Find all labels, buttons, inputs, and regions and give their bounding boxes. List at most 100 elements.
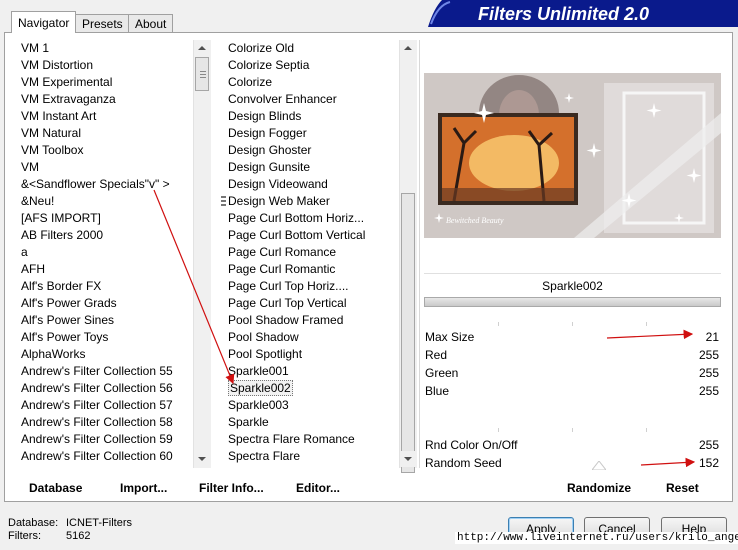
filter-item-label: Page Curl Bottom Horiz... — [228, 211, 365, 225]
filter-item[interactable]: Sparkle — [228, 414, 398, 431]
category-item[interactable]: Andrew's Filter Collection 58 — [21, 414, 193, 431]
filter-item[interactable]: Colorize Old — [228, 40, 398, 57]
filter-item[interactable]: Design Gunsite — [228, 159, 398, 176]
filter-item[interactable]: Colorize Septia — [228, 57, 398, 74]
category-item[interactable]: Alf's Power Toys — [21, 329, 193, 346]
param-value: 152 — [698, 456, 719, 470]
filter-item[interactable]: Page Curl Top Horiz.... — [228, 278, 398, 295]
filter-item-label: Pool Spotlight — [228, 347, 303, 361]
category-item[interactable]: VM Experimental — [21, 74, 193, 91]
category-item[interactable]: Andrew's Filter Collection 57 — [21, 397, 193, 414]
filter-item[interactable]: Page Curl Bottom Horiz... — [228, 210, 398, 227]
filter-item-label: Page Curl Romance — [228, 245, 337, 259]
param-value: 255 — [698, 438, 719, 452]
filter-item-label: Convolver Enhancer — [228, 92, 337, 106]
filter-item[interactable]: Design Web Maker — [228, 193, 398, 210]
category-item[interactable]: Andrew's Filter Collection 61 — [21, 465, 193, 468]
filters-label: Filters: — [8, 530, 41, 542]
category-list[interactable]: VM 1 VM Distortion VM Experimental VM Extra… — [21, 40, 193, 468]
category-item[interactable]: a — [21, 244, 193, 261]
category-scrollbar[interactable] — [193, 40, 211, 468]
category-item[interactable]: VM — [21, 159, 193, 176]
filter-item[interactable]: Spectra Flare — [228, 448, 398, 465]
category-item[interactable]: VM Distortion — [21, 57, 193, 74]
category-item[interactable]: VM Extravaganza — [21, 91, 193, 108]
category-item[interactable]: &Neu! — [21, 193, 193, 210]
category-item-label: VM Extravaganza — [21, 92, 116, 106]
category-item[interactable]: Andrew's Filter Collection 60 — [21, 448, 193, 465]
param-random-seed[interactable]: Random Seed 152 — [424, 454, 721, 472]
filter-item[interactable]: Colorize — [228, 74, 398, 91]
filter-item[interactable]: Sparkle001 — [228, 363, 398, 380]
filter-item[interactable]: Sparkle003 — [228, 397, 398, 414]
filter-item[interactable]: Pool Shadow Framed — [228, 312, 398, 329]
filter-item[interactable]: Sparkle002 — [228, 380, 398, 397]
category-item[interactable]: VM Toolbox — [21, 142, 193, 159]
scroll-up-icon[interactable] — [400, 40, 416, 56]
category-item[interactable]: VM 1 — [21, 40, 193, 57]
category-item[interactable]: AFH — [21, 261, 193, 278]
filter-list[interactable]: Colorize Old Colorize Septia Colorize Convo… — [228, 40, 398, 468]
filter-item[interactable]: Convolver Enhancer — [228, 91, 398, 108]
filter-info-button[interactable]: Filter Info... — [199, 480, 264, 496]
filter-item[interactable]: Pool Shadow — [228, 329, 398, 346]
param-blue[interactable]: Blue 255 — [424, 382, 721, 400]
category-item[interactable]: Andrew's Filter Collection 59 — [21, 431, 193, 448]
filter-item[interactable]: Page Curl Bottom Vertical — [228, 227, 398, 244]
category-item[interactable]: Alf's Power Grads — [21, 295, 193, 312]
filter-item-label: Pool Shadow — [228, 330, 299, 344]
category-item[interactable]: VM Natural — [21, 125, 193, 142]
filter-item[interactable]: Spectral... — [228, 465, 398, 468]
filter-slider[interactable] — [424, 297, 721, 307]
param-max-size[interactable]: Max Size 21 — [424, 328, 721, 346]
category-item[interactable]: &<Sandflower Specials"v" > — [21, 176, 193, 193]
filter-item-label: Sparkle001 — [228, 364, 289, 378]
randomize-button[interactable]: Randomize — [567, 480, 631, 496]
param-green[interactable]: Green 255 — [424, 364, 721, 382]
category-item-label: AlphaWorks — [21, 347, 86, 361]
param-label: Red — [425, 348, 448, 362]
scroll-thumb[interactable] — [401, 193, 415, 473]
filter-item-label: Page Curl Romantic — [228, 262, 336, 276]
filter-item[interactable]: Spectra Flare Romance — [228, 431, 398, 448]
category-item[interactable]: Alf's Power Sines — [21, 312, 193, 329]
category-item[interactable]: Andrew's Filter Collection 56 — [21, 380, 193, 397]
filter-item[interactable]: Design Fogger — [228, 125, 398, 142]
scroll-down-icon[interactable] — [400, 451, 416, 467]
editor-button[interactable]: Editor... — [296, 480, 340, 496]
filter-item[interactable]: Design Ghoster — [228, 142, 398, 159]
category-item[interactable]: Andrew's Filter Collection 55 — [21, 363, 193, 380]
param-red[interactable]: Red 255 — [424, 346, 721, 364]
param-rnd-color[interactable]: Rnd Color On/Off 255 — [424, 436, 721, 454]
category-item[interactable]: Alf's Border FX — [21, 278, 193, 295]
filter-item[interactable]: Design Blinds — [228, 108, 398, 125]
grip-icon — [221, 195, 226, 207]
tab-about[interactable]: About — [128, 14, 174, 32]
reset-button[interactable]: Reset — [666, 480, 699, 496]
scroll-thumb[interactable] — [195, 57, 209, 91]
scroll-up-icon[interactable] — [194, 40, 210, 56]
database-button[interactable]: Database — [29, 480, 82, 496]
filter-item[interactable]: Design Videowand — [228, 176, 398, 193]
filter-item-label: Spectral... — [228, 466, 282, 468]
preview-image: Bewitched Beauty — [424, 73, 721, 238]
filter-item-label: Sparkle003 — [228, 398, 289, 412]
import-button[interactable]: Import... — [120, 480, 167, 496]
category-item[interactable]: AB Filters 2000 — [21, 227, 193, 244]
filter-scrollbar[interactable] — [399, 40, 417, 473]
category-item[interactable]: VM Instant Art — [21, 108, 193, 125]
app-banner: Filters Unlimited 2.0 — [428, 0, 738, 27]
category-item[interactable]: [AFS IMPORT] — [21, 210, 193, 227]
filter-item-label: Sparkle — [228, 415, 269, 429]
filter-item[interactable]: Pool Spotlight — [228, 346, 398, 363]
category-item[interactable]: AlphaWorks — [21, 346, 193, 363]
filter-item-label: Pool Shadow Framed — [228, 313, 344, 327]
slider-marker-icon — [592, 461, 606, 470]
filter-item[interactable]: Page Curl Romantic — [228, 261, 398, 278]
filter-item[interactable]: Page Curl Top Vertical — [228, 295, 398, 312]
divider — [424, 273, 721, 274]
tab-presets[interactable]: Presets — [75, 14, 130, 32]
tab-navigator[interactable]: Navigator — [11, 11, 77, 33]
filter-item[interactable]: Page Curl Romance — [228, 244, 398, 261]
scroll-down-icon[interactable] — [194, 451, 210, 467]
